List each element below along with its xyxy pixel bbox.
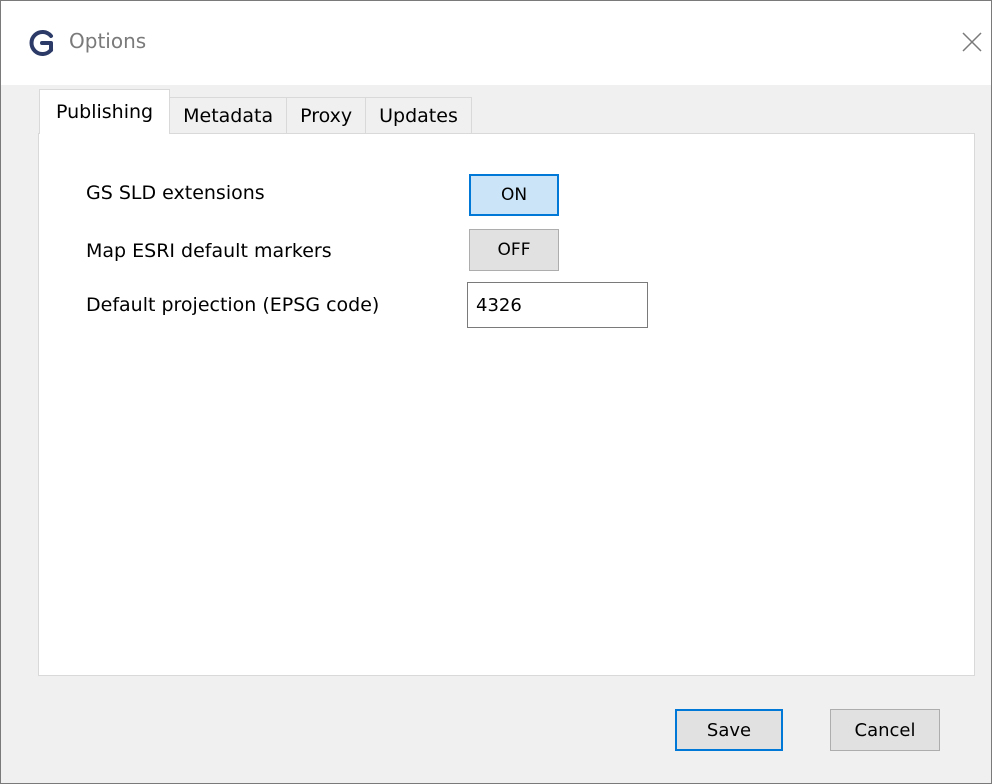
geocat-logo-icon (29, 30, 53, 56)
cancel-button[interactable]: Cancel (830, 709, 940, 751)
tab-publishing[interactable]: Publishing (39, 89, 171, 134)
publishing-panel: GS SLD extensions ON Map ESRI default ma… (38, 133, 975, 676)
gs-sld-extensions-toggle[interactable]: ON (469, 174, 559, 216)
options-dialog: Options Publishing Metadata Proxy Update… (0, 0, 992, 784)
tab-updates[interactable]: Updates (365, 97, 472, 134)
close-button[interactable] (956, 26, 988, 58)
default-projection-input[interactable] (467, 282, 648, 328)
title-bar: Options (1, 1, 991, 85)
close-icon (962, 32, 982, 52)
esri-markers-toggle[interactable]: OFF (469, 229, 559, 271)
save-button[interactable]: Save (675, 709, 783, 751)
window-title: Options (69, 29, 147, 53)
tab-strip: Publishing Metadata Proxy Updates (39, 89, 472, 134)
gs-sld-extensions-label: GS SLD extensions (86, 182, 265, 204)
esri-markers-label: Map ESRI default markers (86, 240, 332, 262)
default-projection-label: Default projection (EPSG code) (86, 294, 380, 316)
tab-proxy[interactable]: Proxy (286, 97, 367, 134)
tab-metadata[interactable]: Metadata (169, 97, 288, 134)
